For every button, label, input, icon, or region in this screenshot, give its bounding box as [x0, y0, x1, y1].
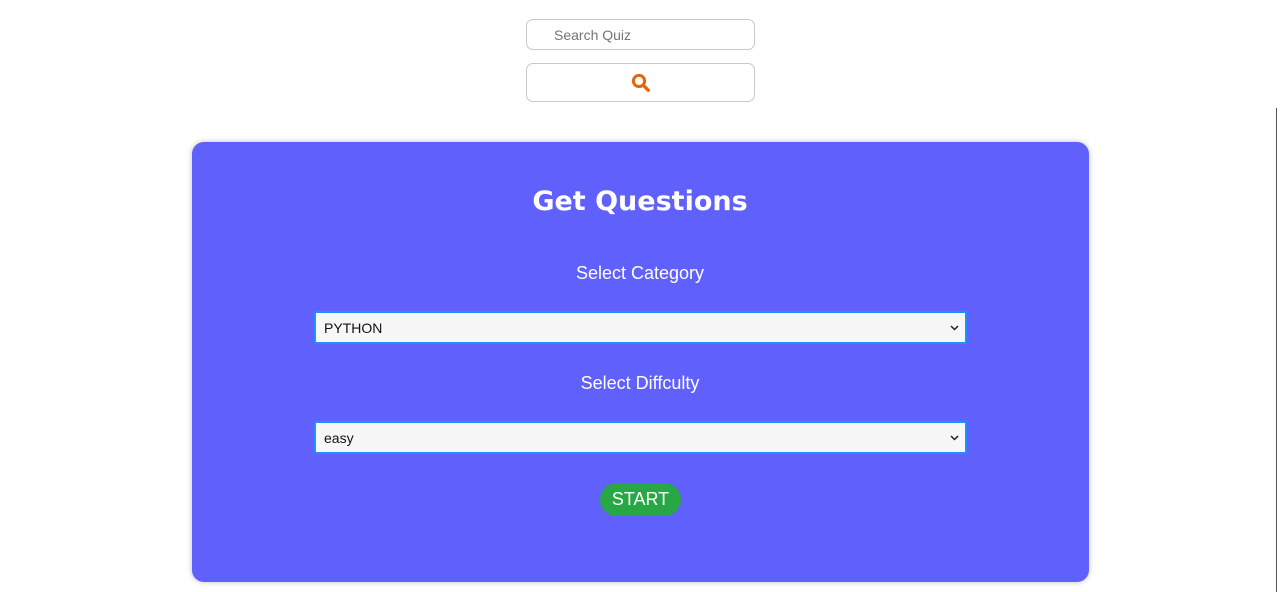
card-title: Get Questions: [532, 186, 748, 217]
category-select[interactable]: PYTHON: [314, 311, 967, 344]
category-select-value: PYTHON: [324, 319, 383, 336]
difficulty-select[interactable]: easy: [314, 421, 967, 454]
start-button[interactable]: START: [600, 483, 681, 516]
difficulty-select-value: easy: [324, 429, 354, 446]
search-icon: [631, 73, 650, 92]
window-edge-divider: [1276, 108, 1277, 592]
category-label: Select Category: [575, 263, 705, 283]
search-quiz-input[interactable]: [526, 19, 755, 50]
difficulty-label: Select Diffculty: [580, 373, 700, 393]
chevron-down-icon: [950, 434, 959, 441]
chevron-down-icon: [950, 324, 959, 331]
search-button[interactable]: [526, 63, 755, 102]
page: Get Questions Select Category PYTHON Sel…: [0, 0, 1280, 592]
